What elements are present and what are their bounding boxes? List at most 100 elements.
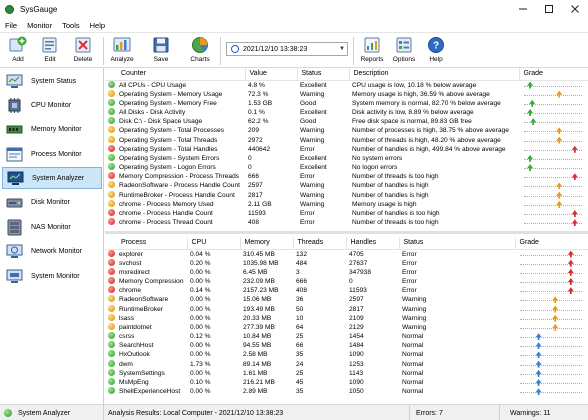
process-row[interactable]: svchost 0.20 % 1035.98 MB 484 27637 Error	[105, 258, 588, 268]
grade-marker-icon	[567, 268, 574, 276]
grade-bar	[522, 163, 588, 172]
menu-help[interactable]: Help	[85, 21, 110, 30]
sidebar-item-system-analyzer[interactable]: System Analyzer	[2, 167, 102, 189]
grade-bar	[522, 218, 588, 227]
maximize-button[interactable]	[536, 0, 562, 18]
counter-row[interactable]: chrome - Process Memory Used 2.11 GB Warni…	[105, 199, 588, 209]
process-row[interactable]: lsass 0.00 % 20.33 MB 10 2109 Warning	[105, 313, 588, 323]
process-row[interactable]: ShellExperienceHost 0.00 % 2.89 MB 35 1050 No…	[105, 387, 588, 396]
process-row[interactable]: MsMpEng 0.10 % 216.21 MB 45 1090 Normal	[105, 378, 588, 387]
column-header-grade[interactable]: Grade	[515, 237, 588, 250]
sidebar-item-disk-monitor[interactable]: Disk Monitor	[2, 191, 102, 213]
counter-row[interactable]: chrome - Process Thread Count 408 Error Num…	[105, 218, 588, 227]
process-row[interactable]: RadeonSoftware 0.00 % 15.06 MB 36 2597 Warnin…	[105, 295, 588, 304]
process-name: MsMpEng	[105, 378, 187, 387]
counter-row[interactable]: All Disks - Disk Activity 0.1 % Excellent D…	[105, 107, 588, 117]
column-header-description[interactable]: Description	[349, 68, 520, 81]
counter-name-text: Disk C:\ - Disk Space Usage	[119, 118, 203, 126]
grade-marker-icon	[571, 219, 578, 227]
counter-row[interactable]: Memory Compression - Process Threads 666 E…	[105, 172, 588, 181]
column-header-grade[interactable]: Grade	[519, 68, 588, 81]
grade-track	[520, 309, 582, 311]
edit-button[interactable]: Edit	[34, 35, 66, 67]
save-button[interactable]: Save	[145, 35, 177, 67]
column-header-handles[interactable]: Handles	[346, 237, 400, 250]
counter-row[interactable]: Operating System - Total Threads 2972 Warn…	[105, 135, 588, 144]
delete-button[interactable]: Delete	[67, 35, 99, 67]
column-header-process[interactable]: Process	[105, 237, 188, 250]
counter-row[interactable]: All CPUs - CPU Usage 4.8 % Excellent CPU us…	[105, 80, 588, 90]
counter-row[interactable]: RuntimeBroker - Process Handle Count 2817…	[105, 190, 588, 200]
process-row[interactable]: csrss 0.12 % 10.84 MB 25 1454 Normal	[105, 332, 588, 341]
counter-row[interactable]: Operating System - Memory Usage 72.3 % War…	[105, 89, 588, 99]
menu-tools[interactable]: Tools	[57, 21, 85, 30]
grade-marker-icon	[552, 314, 559, 322]
process-row[interactable]: Memory Compression 0.00 % 232.09 MB 666 0 Err…	[105, 276, 588, 286]
status-errors-text: Errors: 7	[416, 409, 443, 417]
column-header-status[interactable]: Status	[297, 68, 350, 81]
grade-track	[524, 131, 582, 133]
menu-file[interactable]: File	[0, 21, 22, 30]
column-header-counter[interactable]: Counter	[105, 68, 246, 81]
process-row[interactable]: RuntimeBroker 0.00 % 193.49 MB 50 2817 Warnin…	[105, 304, 588, 313]
counter-row[interactable]: chrome - Process Handle Count 11593 Error N…	[105, 209, 588, 218]
process-cpu: 0.00 %	[190, 351, 211, 359]
status-ok-icon	[108, 387, 115, 395]
process-row[interactable]: explorer 0.04 % 310.45 MB 132 4705 Error	[105, 249, 588, 259]
process-row[interactable]: paintdotnet 0.00 % 277.39 MB 64 2129 Warning	[105, 322, 588, 332]
process-row[interactable]: SystemSettings 0.00 % 1.61 MB 25 1143 Normal	[105, 368, 588, 378]
system-status-icon	[6, 74, 23, 88]
column-header-cpu[interactable]: CPU	[187, 237, 241, 250]
time-selector-dropdown[interactable]: 2021/12/10 13:38:23 ▼	[226, 42, 348, 56]
counter-row[interactable]: Operating System - System Errors 0 Excelle…	[105, 153, 588, 163]
process-status: Warning	[402, 323, 427, 331]
add-button[interactable]: Add	[2, 35, 34, 67]
sidebar-item-system-monitor[interactable]: System Monitor	[2, 265, 102, 287]
counter-row[interactable]: Disk C:\ - Disk Space Usage 62.2 % Good Fre…	[105, 117, 588, 126]
counter-value: 2597	[248, 182, 263, 190]
status-err-icon	[108, 276, 115, 284]
column-header-status[interactable]: Status	[399, 237, 516, 250]
counter-name: Operating System - Logon Errors	[105, 163, 245, 172]
charts-button[interactable]: Charts	[184, 35, 216, 67]
process-name-text: explorer	[119, 250, 143, 258]
counter-name: Operating System - Total Threads	[105, 135, 245, 144]
sidebar-item-network-monitor[interactable]: Network Monitor	[2, 240, 102, 262]
process-row[interactable]: SearchHost 0.00 % 94.55 MB 66 1484 Normal	[105, 341, 588, 350]
close-button[interactable]	[562, 0, 588, 18]
process-row[interactable]: HxOutlook 0.00 % 2.58 MB 35 1090 Normal	[105, 350, 588, 359]
counter-name: chrome - Process Memory Used	[105, 199, 245, 209]
column-header-value[interactable]: Value	[245, 68, 298, 81]
process-row[interactable]: dwm 1.73 % 89.14 MB 24 1253 Normal	[105, 359, 588, 369]
process-cpu: 0.00 %	[190, 296, 211, 304]
counter-row[interactable]: Operating System - Total Processes 209 War…	[105, 126, 588, 135]
reports-button[interactable]: Reports	[356, 35, 388, 67]
counter-row[interactable]: Operating System - Memory Free 1.53 GB Goo…	[105, 98, 588, 108]
sidebar-item-process-monitor[interactable]: Process Monitor	[2, 143, 102, 165]
grade-marker-icon	[556, 90, 563, 98]
process-row[interactable]: mxredirect 0.00 % 6.45 MB 3 347938 Error	[105, 267, 588, 277]
counter-status: Excellent	[300, 108, 327, 116]
process-threads: 36	[296, 296, 304, 304]
process-handles: 2109	[349, 314, 364, 322]
process-status: Warning	[402, 314, 427, 322]
minimize-button[interactable]	[510, 0, 536, 18]
menu-monitor[interactable]: Monitor	[22, 21, 57, 30]
process-row[interactable]: chrome 0.14 % 2157.23 MB 408 11593 Error	[105, 286, 588, 295]
analyze-button[interactable]: Analyze	[106, 35, 138, 67]
help-button[interactable]: ? Help	[420, 35, 452, 67]
column-header-memory[interactable]: Memory	[240, 237, 294, 250]
sidebar-item-memory-monitor[interactable]: Memory Monitor	[2, 118, 102, 140]
status-warn-icon	[108, 89, 115, 97]
options-button[interactable]: Options	[388, 35, 420, 67]
counter-value: 408	[248, 219, 260, 227]
grade-bar	[518, 341, 588, 350]
column-header-threads[interactable]: Threads	[293, 237, 347, 250]
grade-cell	[515, 295, 588, 304]
counter-row[interactable]: Operating System - Total Handles 440642 Er…	[105, 144, 588, 154]
sidebar-item-cpu-monitor[interactable]: CPU Monitor	[2, 94, 102, 116]
sidebar-item-system-status[interactable]: System Status	[2, 70, 102, 92]
sidebar-item-nas-monitor[interactable]: NAS Monitor	[2, 216, 102, 238]
counter-row[interactable]: RadeonSoftware - Process Handle Count 259…	[105, 181, 588, 190]
counter-row[interactable]: Operating System - Logon Errors 0 Excellen…	[105, 163, 588, 172]
